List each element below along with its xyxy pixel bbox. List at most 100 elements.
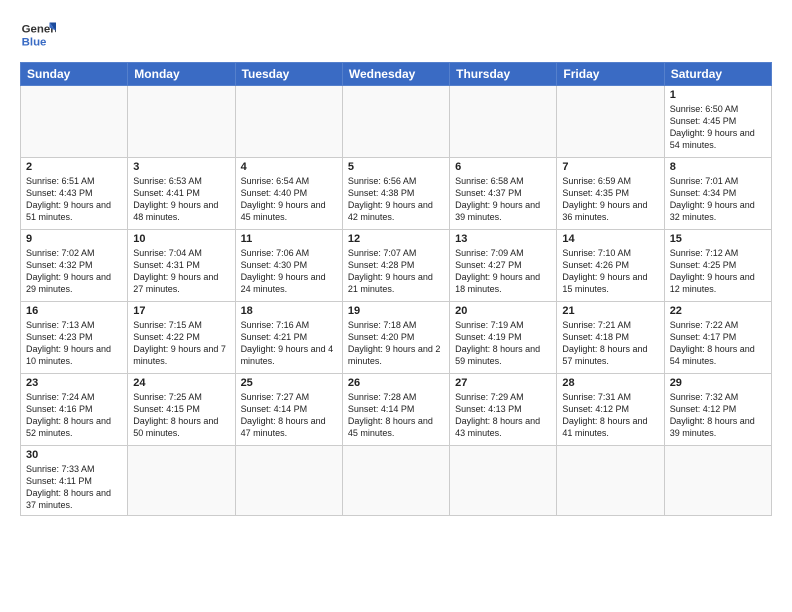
day-number: 14 xyxy=(562,233,658,245)
day-info: Sunrise: 6:59 AM Sunset: 4:35 PM Dayligh… xyxy=(562,175,658,224)
table-row xyxy=(342,86,449,158)
table-row: 26 Sunrise: 7:28 AM Sunset: 4:14 PM Dayli… xyxy=(342,374,449,446)
table-row: 10 Sunrise: 7:04 AM Sunset: 4:31 PM Dayli… xyxy=(128,230,235,302)
table-row: 24 Sunrise: 7:25 AM Sunset: 4:15 PM Dayli… xyxy=(128,374,235,446)
table-row: 25Sunrise: 7:27 AM Sunset: 4:14 PM Dayli… xyxy=(235,374,342,446)
day-number: 13 xyxy=(455,233,551,245)
table-row: 1 Sunrise: 6:50 AM Sunset: 4:45 PM Daylig… xyxy=(664,86,771,158)
day-number: 8 xyxy=(670,161,766,173)
page: General Blue Sunday Monday Tuesday Wedne… xyxy=(0,0,792,612)
table-row xyxy=(235,86,342,158)
day-info: Sunrise: 6:50 AM Sunset: 4:45 PM Dayligh… xyxy=(670,103,766,152)
day-info: Sunrise: 6:51 AM Sunset: 4:43 PM Dayligh… xyxy=(26,175,122,224)
day-number: 1 xyxy=(670,89,766,101)
table-row: 30 Sunrise: 7:33 AM Sunset: 4:11 PM Dayli… xyxy=(21,446,128,516)
table-row xyxy=(450,86,557,158)
day-number: 10 xyxy=(133,233,229,245)
day-number: 19 xyxy=(348,305,444,317)
day-info: Sunrise: 6:58 AM Sunset: 4:37 PM Dayligh… xyxy=(455,175,551,224)
day-number: 12 xyxy=(348,233,444,245)
day-info: Sunrise: 7:06 AM Sunset: 4:30 PM Dayligh… xyxy=(241,247,337,296)
day-number: 6 xyxy=(455,161,551,173)
table-row: 17 Sunrise: 7:15 AM Sunset: 4:22 PM Dayli… xyxy=(128,302,235,374)
table-row: 8 Sunrise: 7:01 AM Sunset: 4:34 PM Daylig… xyxy=(664,158,771,230)
day-info: Sunrise: 7:07 AM Sunset: 4:28 PM Dayligh… xyxy=(348,247,444,296)
header-sunday: Sunday xyxy=(21,63,128,86)
table-row: 18Sunrise: 7:16 AM Sunset: 4:21 PM Dayli… xyxy=(235,302,342,374)
day-info: Sunrise: 7:15 AM Sunset: 4:22 PM Dayligh… xyxy=(133,319,229,368)
day-number: 15 xyxy=(670,233,766,245)
logo: General Blue xyxy=(20,16,56,52)
day-number: 3 xyxy=(133,161,229,173)
table-row: 2Sunrise: 6:51 AM Sunset: 4:43 PM Daylig… xyxy=(21,158,128,230)
table-row xyxy=(557,446,664,516)
day-info: Sunrise: 7:10 AM Sunset: 4:26 PM Dayligh… xyxy=(562,247,658,296)
day-number: 25 xyxy=(241,377,337,389)
day-number: 24 xyxy=(133,377,229,389)
day-number: 20 xyxy=(455,305,551,317)
table-row: 27 Sunrise: 7:29 AM Sunset: 4:13 PM Dayli… xyxy=(450,374,557,446)
day-number: 4 xyxy=(241,161,337,173)
table-row: 11 Sunrise: 7:06 AM Sunset: 4:30 PM Dayli… xyxy=(235,230,342,302)
header: General Blue xyxy=(20,16,772,52)
day-number: 21 xyxy=(562,305,658,317)
weekday-header-row: Sunday Monday Tuesday Wednesday Thursday… xyxy=(21,63,772,86)
table-row: 4Sunrise: 6:54 AM Sunset: 4:40 PM Daylig… xyxy=(235,158,342,230)
table-row: 9Sunrise: 7:02 AM Sunset: 4:32 PM Daylig… xyxy=(21,230,128,302)
table-row xyxy=(342,446,449,516)
day-number: 27 xyxy=(455,377,551,389)
table-row: 20 Sunrise: 7:19 AM Sunset: 4:19 PM Dayli… xyxy=(450,302,557,374)
generalblue-logo-icon: General Blue xyxy=(20,16,56,52)
day-info: Sunrise: 7:28 AM Sunset: 4:14 PM Dayligh… xyxy=(348,391,444,440)
header-wednesday: Wednesday xyxy=(342,63,449,86)
header-monday: Monday xyxy=(128,63,235,86)
day-number: 17 xyxy=(133,305,229,317)
day-info: Sunrise: 7:16 AM Sunset: 4:21 PM Dayligh… xyxy=(241,319,337,368)
header-thursday: Thursday xyxy=(450,63,557,86)
day-info: Sunrise: 7:25 AM Sunset: 4:15 PM Dayligh… xyxy=(133,391,229,440)
table-row xyxy=(128,86,235,158)
day-info: Sunrise: 7:12 AM Sunset: 4:25 PM Dayligh… xyxy=(670,247,766,296)
table-row xyxy=(664,446,771,516)
day-info: Sunrise: 7:33 AM Sunset: 4:11 PM Dayligh… xyxy=(26,463,122,512)
day-number: 22 xyxy=(670,305,766,317)
day-info: Sunrise: 7:29 AM Sunset: 4:13 PM Dayligh… xyxy=(455,391,551,440)
day-number: 28 xyxy=(562,377,658,389)
header-saturday: Saturday xyxy=(664,63,771,86)
table-row: 5Sunrise: 6:56 AM Sunset: 4:38 PM Daylig… xyxy=(342,158,449,230)
day-info: Sunrise: 7:04 AM Sunset: 4:31 PM Dayligh… xyxy=(133,247,229,296)
day-info: Sunrise: 6:53 AM Sunset: 4:41 PM Dayligh… xyxy=(133,175,229,224)
day-number: 11 xyxy=(241,233,337,245)
day-info: Sunrise: 7:22 AM Sunset: 4:17 PM Dayligh… xyxy=(670,319,766,368)
table-row xyxy=(235,446,342,516)
day-info: Sunrise: 6:56 AM Sunset: 4:38 PM Dayligh… xyxy=(348,175,444,224)
day-number: 23 xyxy=(26,377,122,389)
table-row: 16 Sunrise: 7:13 AM Sunset: 4:23 PM Dayli… xyxy=(21,302,128,374)
day-info: Sunrise: 7:31 AM Sunset: 4:12 PM Dayligh… xyxy=(562,391,658,440)
header-friday: Friday xyxy=(557,63,664,86)
day-info: Sunrise: 7:18 AM Sunset: 4:20 PM Dayligh… xyxy=(348,319,444,368)
table-row: 7Sunrise: 6:59 AM Sunset: 4:35 PM Daylig… xyxy=(557,158,664,230)
day-info: Sunrise: 7:01 AM Sunset: 4:34 PM Dayligh… xyxy=(670,175,766,224)
table-row: 14 Sunrise: 7:10 AM Sunset: 4:26 PM Dayli… xyxy=(557,230,664,302)
day-number: 16 xyxy=(26,305,122,317)
svg-text:Blue: Blue xyxy=(22,36,47,48)
table-row: 15 Sunrise: 7:12 AM Sunset: 4:25 PM Dayli… xyxy=(664,230,771,302)
table-row: 6 Sunrise: 6:58 AM Sunset: 4:37 PM Daylig… xyxy=(450,158,557,230)
header-tuesday: Tuesday xyxy=(235,63,342,86)
day-info: Sunrise: 7:21 AM Sunset: 4:18 PM Dayligh… xyxy=(562,319,658,368)
table-row: 22 Sunrise: 7:22 AM Sunset: 4:17 PM Dayli… xyxy=(664,302,771,374)
table-row: 13 Sunrise: 7:09 AM Sunset: 4:27 PM Dayli… xyxy=(450,230,557,302)
table-row: 28 Sunrise: 7:31 AM Sunset: 4:12 PM Dayli… xyxy=(557,374,664,446)
day-info: Sunrise: 7:09 AM Sunset: 4:27 PM Dayligh… xyxy=(455,247,551,296)
day-number: 30 xyxy=(26,449,122,461)
day-number: 29 xyxy=(670,377,766,389)
day-info: Sunrise: 7:13 AM Sunset: 4:23 PM Dayligh… xyxy=(26,319,122,368)
table-row: 12 Sunrise: 7:07 AM Sunset: 4:28 PM Dayli… xyxy=(342,230,449,302)
day-info: Sunrise: 7:32 AM Sunset: 4:12 PM Dayligh… xyxy=(670,391,766,440)
calendar-table: Sunday Monday Tuesday Wednesday Thursday… xyxy=(20,62,772,516)
day-info: Sunrise: 7:19 AM Sunset: 4:19 PM Dayligh… xyxy=(455,319,551,368)
day-number: 9 xyxy=(26,233,122,245)
table-row xyxy=(450,446,557,516)
day-number: 26 xyxy=(348,377,444,389)
